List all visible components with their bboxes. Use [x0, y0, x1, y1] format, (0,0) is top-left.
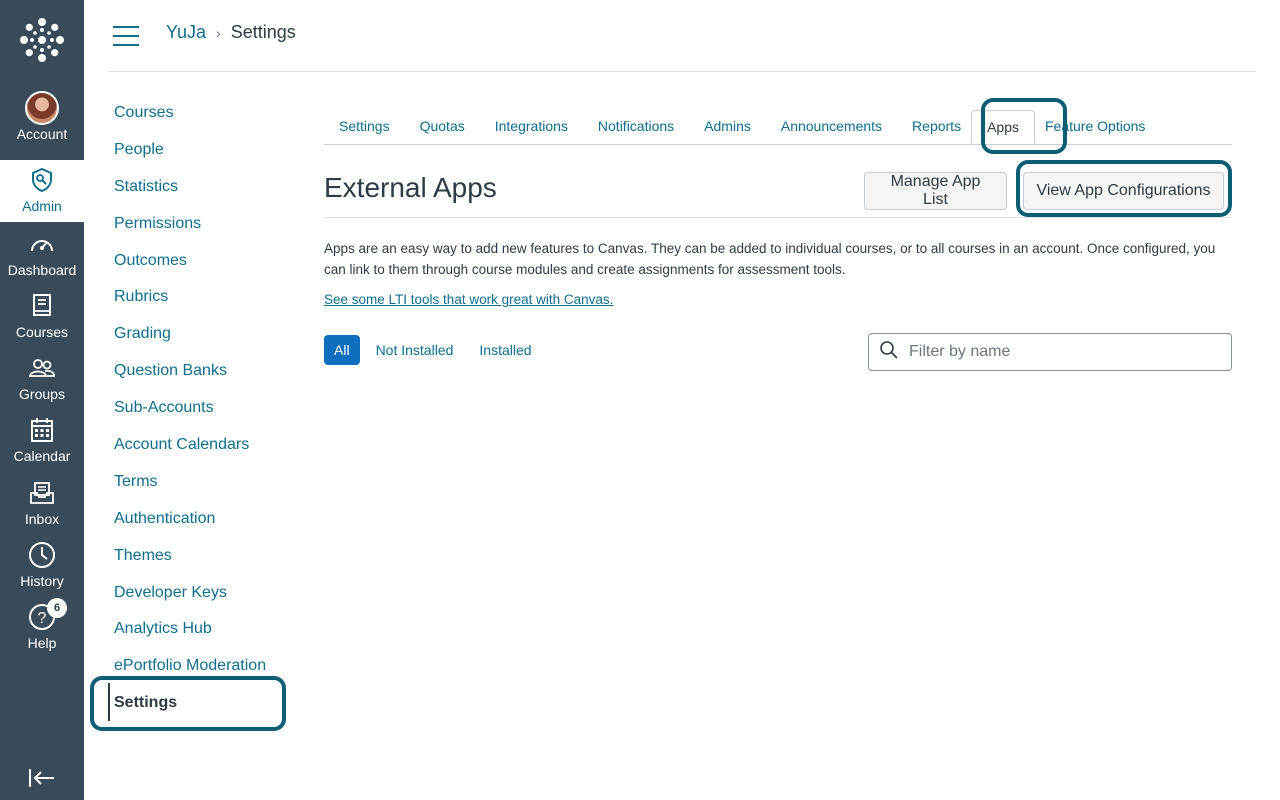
- sidebar-item-themes[interactable]: Themes: [114, 543, 284, 580]
- global-nav-label: Admin: [22, 198, 62, 214]
- avatar: [25, 91, 59, 125]
- global-nav-history[interactable]: History: [0, 539, 84, 601]
- title-divider: [324, 217, 1232, 218]
- global-nav-label: History: [20, 573, 64, 589]
- global-nav-dashboard[interactable]: Dashboard: [0, 228, 84, 290]
- lti-tools-link[interactable]: See some LTI tools that work great with …: [324, 292, 613, 307]
- sidebar-item-account-calendars[interactable]: Account Calendars: [114, 432, 284, 469]
- groups-icon: [28, 352, 56, 384]
- help-notification-badge: 6: [47, 598, 67, 618]
- tab-integrations[interactable]: Integrations: [480, 110, 583, 144]
- tab-reports[interactable]: Reports: [897, 110, 971, 144]
- breadcrumb-separator: ›: [216, 24, 221, 41]
- sidebar-item-people[interactable]: People: [114, 137, 284, 174]
- book-icon: [31, 290, 53, 322]
- global-nav-label: Groups: [19, 386, 65, 402]
- app-filter-pills: All Not Installed Installed: [324, 335, 548, 365]
- tab-announcements[interactable]: Announcements: [766, 110, 897, 144]
- sidebar-item-courses[interactable]: Courses: [114, 100, 284, 137]
- highlight-apps-tab-outline: [981, 98, 1067, 154]
- global-nav-label: Inbox: [24, 511, 60, 527]
- inbox-icon: [29, 477, 55, 509]
- sidebar-item-statistics[interactable]: Statistics: [114, 174, 284, 211]
- tab-quotas[interactable]: Quotas: [405, 110, 480, 144]
- global-nav-account[interactable]: Account: [0, 91, 84, 154]
- account-sidebar: Courses People Statistics Permissions Ou…: [114, 100, 284, 727]
- global-nav-groups[interactable]: Groups: [0, 352, 84, 414]
- tab-admins[interactable]: Admins: [689, 110, 766, 144]
- filter-search-box: [868, 333, 1232, 371]
- global-nav-inbox[interactable]: Inbox: [0, 477, 84, 539]
- calendar-icon: [30, 414, 54, 446]
- apps-description: Apps are an easy way to add new features…: [324, 241, 1216, 277]
- filter-not-installed[interactable]: Not Installed: [366, 335, 464, 365]
- sidebar-item-sub-accounts[interactable]: Sub-Accounts: [114, 395, 284, 432]
- sidebar-item-terms[interactable]: Terms: [114, 469, 284, 506]
- filter-all[interactable]: All: [324, 335, 360, 365]
- global-nav-help[interactable]: ? Help: [0, 601, 84, 663]
- menu-toggle-button[interactable]: [113, 26, 139, 46]
- sidebar-item-rubrics[interactable]: Rubrics: [114, 284, 284, 321]
- sidebar-item-developer-keys[interactable]: Developer Keys: [114, 580, 284, 617]
- global-nav-label: Help: [27, 635, 57, 651]
- sidebar-item-grading[interactable]: Grading: [114, 321, 284, 358]
- global-nav-label: Dashboard: [7, 262, 77, 278]
- breadcrumb-current: Settings: [230, 22, 296, 42]
- collapse-nav-icon[interactable]: [26, 764, 58, 792]
- shield-icon: [30, 164, 54, 196]
- svg-text:?: ?: [38, 610, 47, 627]
- sidebar-item-authentication[interactable]: Authentication: [114, 506, 284, 543]
- filter-by-name-input[interactable]: [909, 343, 1209, 361]
- clock-icon: [28, 539, 56, 571]
- header-divider: [108, 71, 1256, 72]
- breadcrumb: YuJa › Settings: [166, 22, 296, 43]
- sidebar-item-permissions[interactable]: Permissions: [114, 211, 284, 248]
- global-nav: Account Admin Dashboard Courses Groups C…: [0, 0, 84, 800]
- sidebar-item-analytics-hub[interactable]: Analytics Hub: [114, 616, 284, 653]
- highlight-view-configurations-outline: [1016, 160, 1232, 217]
- global-nav-admin[interactable]: Admin: [0, 160, 84, 222]
- manage-app-list-button[interactable]: Manage App List: [864, 172, 1007, 210]
- canvas-logo-icon[interactable]: [0, 18, 84, 68]
- global-nav-calendar[interactable]: Calendar: [0, 414, 84, 476]
- global-nav-label: Courses: [15, 324, 69, 340]
- global-nav-courses[interactable]: Courses: [0, 290, 84, 352]
- tab-notifications[interactable]: Notifications: [583, 110, 689, 144]
- tabs-divider: [324, 144, 1232, 145]
- search-icon: [879, 340, 899, 365]
- global-nav-label: Account: [16, 126, 68, 142]
- sidebar-item-question-banks[interactable]: Question Banks: [114, 358, 284, 395]
- page-title: External Apps: [324, 172, 497, 203]
- dashboard-icon: [29, 228, 55, 260]
- global-nav-label: Calendar: [13, 448, 71, 464]
- highlight-settings-outline: [90, 676, 286, 731]
- tab-settings[interactable]: Settings: [324, 110, 405, 144]
- sidebar-item-outcomes[interactable]: Outcomes: [114, 248, 284, 285]
- breadcrumb-root-link[interactable]: YuJa: [166, 22, 206, 43]
- filter-installed[interactable]: Installed: [469, 335, 541, 365]
